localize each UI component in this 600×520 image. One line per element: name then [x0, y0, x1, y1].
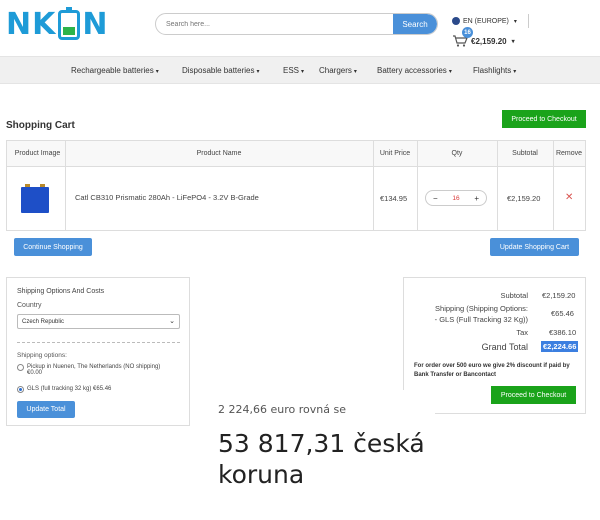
discount-note: For order over 500 euro we give 2% disco… — [414, 363, 570, 378]
update-total-button[interactable]: Update Total — [17, 401, 75, 418]
chevron-down-icon: ▾ — [301, 69, 305, 75]
shipping-option-label: GLS (full tracking 32 kg) €65.46 — [27, 386, 112, 392]
line-subtotal: €2,159.20 — [507, 194, 541, 203]
grand-total-label: Grand Total — [481, 342, 528, 352]
quantity-stepper: − 16 + — [425, 190, 487, 206]
tax-label: Tax — [516, 328, 528, 337]
cart-count-badge: 16 — [462, 27, 473, 38]
column-header-image: Product Image — [14, 150, 61, 157]
divider — [17, 342, 180, 343]
continue-shopping-button[interactable]: Continue Shopping — [14, 238, 92, 256]
grand-total-value: €2,224.66 — [541, 341, 579, 352]
chevron-down-icon: ▾ — [511, 38, 515, 45]
chevron-down-icon: ▾ — [513, 18, 517, 25]
shipping-options-panel: Shipping Options And Costs Country Czech… — [6, 277, 190, 426]
shipping-value: €65.46 — [551, 309, 574, 318]
nav-item-ess[interactable]: ESS ▾ — [283, 66, 304, 75]
mini-cart[interactable]: 16 €2,159.20 ▾ — [452, 27, 515, 47]
update-cart-button[interactable]: Update Shopping Cart — [490, 238, 579, 256]
chevron-down-icon: ▾ — [448, 69, 452, 75]
chevron-down-icon: ▾ — [155, 69, 159, 75]
site-header: NK N Search EN (EUROPE) ▾ 16 €2,159.20 ▾ — [0, 0, 600, 55]
unit-price: €134.95 — [380, 194, 408, 203]
subtotal-label: Subtotal — [500, 291, 528, 300]
qty-input[interactable]: 16 — [452, 195, 459, 202]
proceed-checkout-button-bottom[interactable]: Proceed to Checkout — [491, 386, 576, 404]
column-header-name: Product Name — [196, 150, 242, 157]
remove-item-icon[interactable]: ✕ — [565, 192, 573, 203]
conversion-result: 53 817,31 česká koruna — [218, 429, 425, 489]
nav-item-disposable-batteries[interactable]: Disposable batteries ▾ — [182, 66, 260, 75]
shipping-label-line1: Shipping (Shipping Options: — [435, 304, 528, 313]
qty-increase-button[interactable]: + — [474, 194, 479, 203]
logo-text-left: NK — [6, 7, 57, 42]
cart-total: €2,159.20 — [471, 36, 507, 46]
nav-item-flashlights[interactable]: Flashlights ▾ — [473, 66, 516, 75]
battery-logo-icon — [58, 6, 81, 40]
shipping-title: Shipping Options And Costs — [17, 288, 105, 295]
column-header-remove: Remove — [555, 150, 583, 157]
qty-decrease-button[interactable]: − — [433, 194, 438, 203]
chevron-down-icon: ▾ — [353, 69, 357, 75]
country-select[interactable]: Czech Republic ⌄ — [17, 314, 180, 329]
tax-value: €386.10 — [549, 328, 577, 337]
language-label: EN (EUROPE) — [463, 17, 509, 25]
main-nav: Rechargeable batteries ▾ Disposable batte… — [0, 56, 600, 84]
chevron-down-icon: ▾ — [256, 69, 260, 75]
cart-table: Product Image Product Name Unit Price Qt… — [6, 140, 586, 231]
column-header-qty: Qty — [451, 150, 463, 157]
radio-button[interactable] — [17, 364, 24, 371]
page-title: Shopping Cart — [6, 120, 75, 131]
logo-text-right: N — [82, 7, 109, 42]
site-logo[interactable]: NK N — [6, 6, 109, 42]
shipping-option-label: Pickup in Nuenen, The Netherlands (NO sh… — [27, 364, 161, 376]
shipping-label-line2: - GLS (Full Tracking 32 Kg)) — [434, 315, 528, 324]
radio-button-selected[interactable] — [17, 386, 24, 393]
nav-item-chargers[interactable]: Chargers ▾ — [319, 66, 357, 75]
shipping-options-label: Shipping options: — [17, 352, 67, 359]
product-name[interactable]: Catl CB310 Prismatic 280Ah - LiFePO4 - 3… — [75, 193, 259, 202]
cart-icon: 16 — [452, 27, 473, 47]
product-image[interactable] — [21, 184, 49, 213]
subtotal-value: €2,159.20 — [542, 291, 576, 300]
chevron-down-icon: ⌄ — [169, 318, 175, 325]
column-header-subtotal: Subtotal — [512, 150, 538, 157]
search-input[interactable] — [156, 14, 396, 34]
conversion-source: 2 224,66 euro rovná se — [218, 403, 346, 416]
search-bar: Search — [155, 13, 438, 35]
currency-conversion-card: 2 224,66 euro rovná se 53 817,31 česká k… — [205, 390, 435, 520]
country-label: Country — [17, 302, 42, 309]
header-divider — [528, 14, 529, 28]
nav-item-rechargeable-batteries[interactable]: Rechargeable batteries ▾ — [71, 66, 159, 75]
nav-item-battery-accessories[interactable]: Battery accessories ▾ — [377, 66, 452, 75]
shipping-option-gls[interactable]: GLS (full tracking 32 kg) €65.46 — [17, 386, 187, 393]
globe-icon — [452, 17, 460, 25]
shipping-option-pickup[interactable]: Pickup in Nuenen, The Netherlands (NO sh… — [17, 364, 187, 376]
proceed-checkout-button-top[interactable]: Proceed to Checkout — [502, 110, 586, 128]
search-button[interactable]: Search — [393, 14, 437, 34]
column-header-unit-price: Unit Price — [379, 150, 411, 157]
chevron-down-icon: ▾ — [513, 69, 517, 75]
language-selector[interactable]: EN (EUROPE) ▾ — [452, 17, 517, 25]
country-value: Czech Republic — [22, 318, 65, 325]
